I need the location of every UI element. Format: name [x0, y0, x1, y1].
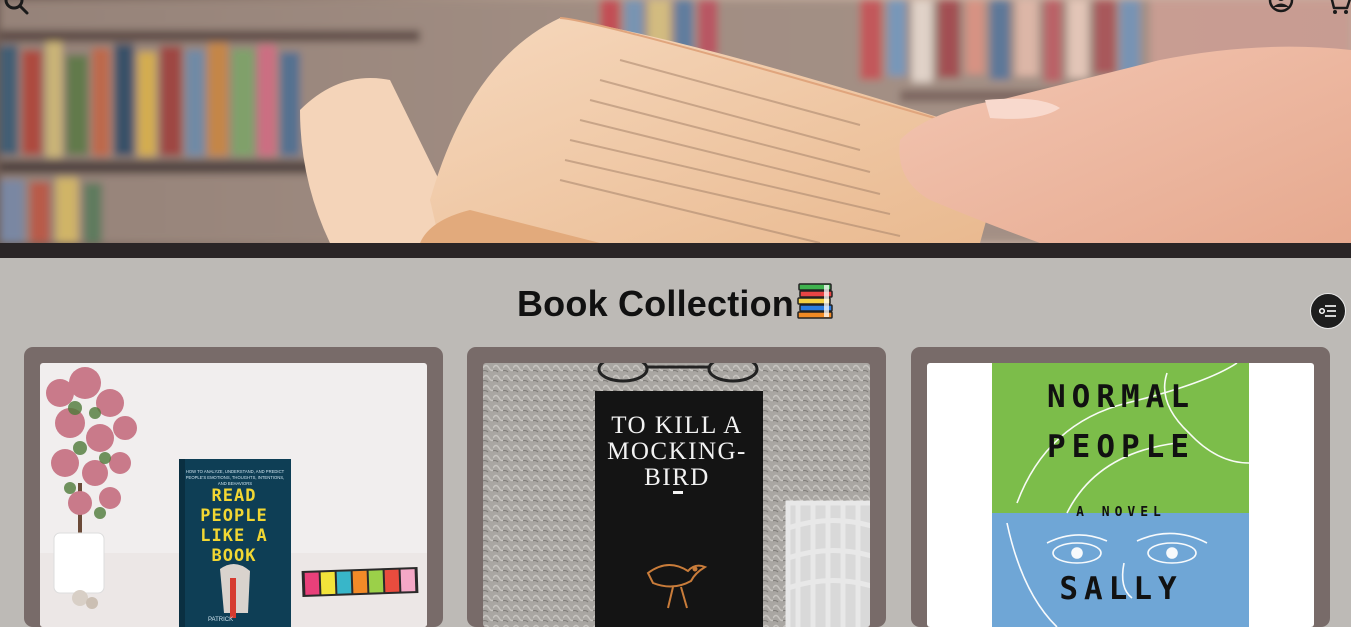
- svg-text:PEOPLE'S EMOTIONS, THOUGHTS, I: PEOPLE'S EMOTIONS, THOUGHTS, INTENTIONS,: [186, 475, 284, 480]
- hero-divider: [0, 243, 1351, 258]
- collection-title: Book Collection: [516, 283, 794, 324]
- book-cover-1[interactable]: HOW TO ANALYZE, UNDERSTAND, AND PREDICT …: [40, 363, 427, 627]
- book-1-title-line-2: PEOPLE: [200, 506, 267, 526]
- filter-button[interactable]: [1310, 293, 1346, 329]
- search-icon[interactable]: [2, 0, 30, 18]
- book-card-1[interactable]: HOW TO ANALYZE, UNDERSTAND, AND PREDICT …: [24, 347, 443, 627]
- book-1-small-text: HOW TO ANALYZE, UNDERSTAND, AND PREDICT: [186, 469, 285, 474]
- book-3-title-line-1: NORMAL: [1047, 379, 1195, 415]
- book-2-title-line-3: BIRD: [644, 464, 710, 491]
- cart-icon[interactable]: [1325, 0, 1351, 18]
- hero-banner: [0, 0, 1351, 243]
- book-card-3[interactable]: NORMAL PEOPLE A NOVEL SALLY: [911, 347, 1330, 627]
- book-1-title-line-4: BOOK: [212, 546, 257, 566]
- book-2-title-line-1: TO KILL A: [611, 412, 743, 439]
- book-3-title-line-2: PEOPLE: [1047, 429, 1195, 465]
- book-1-title-line-1: READ: [212, 486, 257, 506]
- book-3-author: SALLY: [1059, 571, 1182, 607]
- book-3-subtitle: A NOVEL: [1076, 505, 1166, 520]
- book-2-title-line-2: MOCKING-: [607, 438, 747, 465]
- book-card-2[interactable]: TO KILL A MOCKING- BIRD: [467, 347, 886, 627]
- book-cover-3[interactable]: NORMAL PEOPLE A NOVEL SALLY: [927, 363, 1314, 627]
- user-icon[interactable]: [1267, 0, 1295, 18]
- hero-book-image: [0, 0, 1351, 243]
- book-1-author: PATRICK: [208, 617, 233, 623]
- book-cover-2[interactable]: TO KILL A MOCKING- BIRD: [483, 363, 870, 627]
- collection-heading: Book Collection: [0, 282, 1351, 329]
- book-1-title-line-3: LIKE A: [200, 526, 267, 546]
- books-emoji-icon: [796, 282, 834, 329]
- filter-icon: [1319, 305, 1336, 317]
